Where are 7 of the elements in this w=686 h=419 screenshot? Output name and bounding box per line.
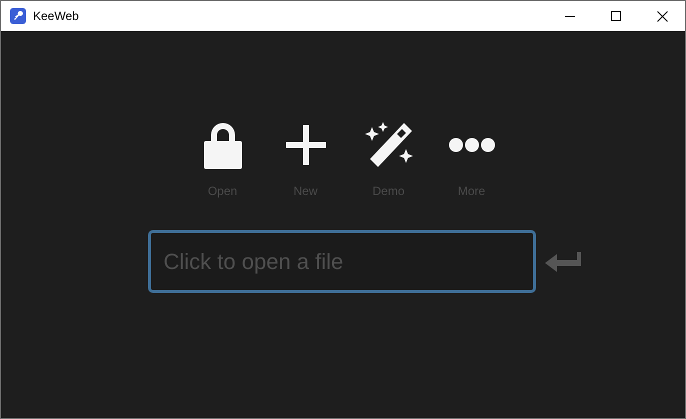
window-title: KeeWeb (33, 8, 79, 25)
close-icon (656, 10, 668, 22)
more-dots-icon (448, 137, 496, 153)
plus-icon (284, 123, 328, 167)
maximize-icon (611, 11, 621, 21)
magic-wand-icon (364, 121, 414, 169)
app-logo-icon (10, 8, 26, 24)
